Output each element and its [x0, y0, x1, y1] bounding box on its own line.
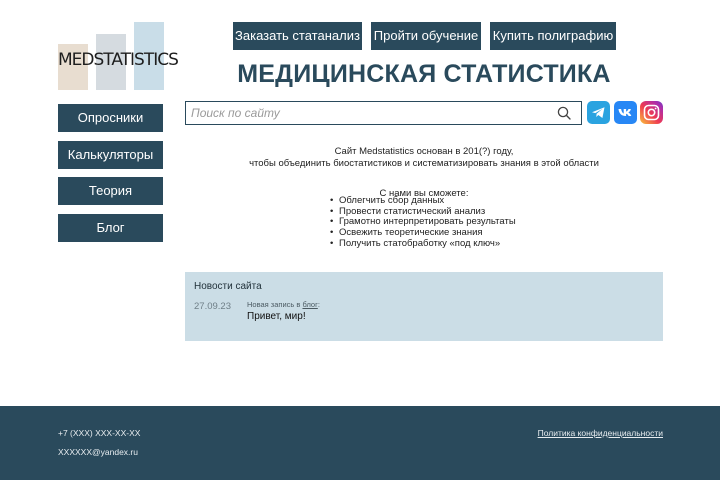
news-meta-prefix: Новая запись в — [247, 300, 303, 309]
search-bar — [185, 101, 582, 125]
sidebar-nav: Опросники Калькуляторы Теория Блог — [58, 104, 163, 250]
news-meta-suffix: : — [317, 300, 320, 309]
sidebar-item-blog[interactable]: Блог — [58, 213, 163, 242]
intro-line: Сайт Medstatistics основан в 201(?) году… — [334, 146, 514, 157]
instagram-icon[interactable] — [640, 101, 663, 124]
take-training-button[interactable]: Пройти обучение — [371, 22, 481, 50]
site-logo[interactable]: MEDSTATISTICS — [58, 22, 179, 90]
sidebar-item-calculators[interactable]: Калькуляторы — [58, 140, 163, 169]
logo-text: MEDSTATISTICS — [58, 50, 179, 70]
footer-email: XXXXXX@yandex.ru — [58, 447, 138, 457]
footer-phone: +7 (XXX) XXX-XX-XX — [58, 428, 141, 438]
sidebar-item-theory[interactable]: Теория — [58, 177, 163, 205]
search-input[interactable] — [186, 102, 546, 124]
news-post-link[interactable]: Привет, мир! — [247, 311, 306, 322]
search-icon[interactable] — [557, 106, 571, 120]
vk-icon[interactable] — [614, 101, 637, 124]
order-analysis-button[interactable]: Заказать статанализ — [233, 22, 362, 50]
buy-printing-button[interactable]: Купить полиграфию — [490, 22, 616, 50]
news-date: 27.09.23 — [194, 301, 231, 312]
news-meta: Новая запись в блог: — [247, 300, 320, 309]
page-title: МЕДИЦИНСКАЯ СТАТИСТИКА — [237, 60, 611, 88]
intro-text: Сайт Medstatistics основан в 201(?) году… — [185, 146, 663, 200]
sidebar-item-questionnaires[interactable]: Опросники — [58, 104, 163, 132]
news-title: Новости сайта — [194, 281, 262, 292]
news-blog-link[interactable]: блог — [302, 300, 317, 309]
privacy-policy-link[interactable]: Политика конфиденциальности — [538, 428, 663, 438]
intro-line: чтобы объединить биостатистиков и систем… — [249, 158, 599, 169]
footer: +7 (XXX) XXX-XX-XX XXXXXX@yandex.ru Поли… — [0, 406, 720, 480]
telegram-icon[interactable] — [587, 101, 610, 124]
list-item: Получить статобработку «под ключ» — [330, 238, 516, 250]
benefits-list: Облегчить сбор данных Провести статистич… — [330, 195, 516, 250]
news-panel: Новости сайта 27.09.23 Новая запись в бл… — [185, 272, 663, 341]
